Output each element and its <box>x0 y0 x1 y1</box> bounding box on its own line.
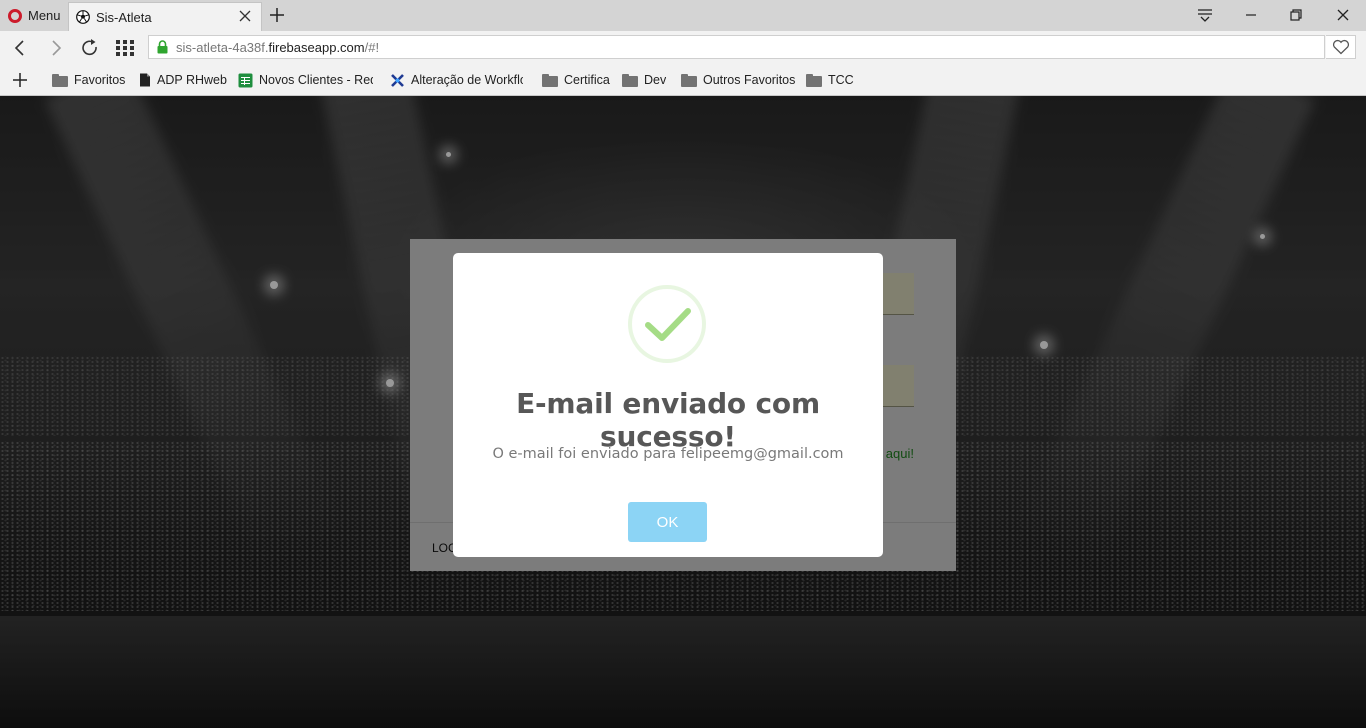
document-icon <box>140 73 150 87</box>
bookmark-tcc[interactable]: TCC <box>806 72 854 88</box>
tab-sis-atleta[interactable]: Sis-Atleta <box>68 2 262 31</box>
folder-icon <box>806 73 822 87</box>
back-icon[interactable] <box>10 38 30 58</box>
folder-icon <box>681 73 697 87</box>
close-tab-icon[interactable] <box>237 8 253 24</box>
url-text: sis-atleta-4a38f.firebaseapp.com/#! <box>176 39 380 55</box>
bookmark-certifica[interactable]: Certifica <box>542 72 610 88</box>
close-window-icon[interactable] <box>1333 5 1353 25</box>
opera-logo-icon <box>8 8 22 23</box>
reload-icon[interactable] <box>80 38 100 58</box>
secure-lock-icon[interactable] <box>157 40 168 54</box>
folder-icon <box>52 73 68 87</box>
bookmark-outros-favoritos[interactable]: Outros Favoritos <box>681 72 795 88</box>
tab-bar: Menu Sis-Atleta <box>0 0 1366 31</box>
spreadsheet-icon <box>238 73 253 87</box>
dialog-message: O e-mail foi enviado para felipeemg@gmai… <box>492 446 844 462</box>
page-viewport: aqui! LOG E-mail enviado com sucesso! O … <box>0 96 1366 728</box>
success-dialog: E-mail enviado com sucesso! O e-mail foi… <box>453 253 883 557</box>
dialog-title: E-mail enviado com sucesso! <box>516 387 820 453</box>
tab-title: Sis-Atleta <box>96 9 152 25</box>
ok-button[interactable]: OK <box>628 502 707 542</box>
heart-icon <box>1332 39 1349 55</box>
restore-icon[interactable] <box>1286 5 1306 25</box>
bookmark-favoritos[interactable]: Favoritos <box>52 72 125 88</box>
bookmarks-bar: Favoritos ADP RHweb Novos Clientes - Red… <box>0 64 1366 96</box>
xml-icon <box>391 73 404 87</box>
folder-icon <box>622 73 638 87</box>
soccer-ball-icon <box>76 10 90 24</box>
opera-menu-button[interactable]: Menu <box>0 0 68 31</box>
folder-icon <box>542 73 558 87</box>
bookmark-adp-rhweb[interactable]: ADP RHweb <box>139 72 227 88</box>
forward-icon[interactable] <box>46 38 66 58</box>
bookmark-novos-clientes[interactable]: Novos Clientes - Rede <box>238 72 373 88</box>
success-check-icon <box>628 285 706 363</box>
add-to-favorites-button[interactable] <box>1326 35 1356 59</box>
minimize-icon[interactable] <box>1241 5 1261 25</box>
bookmark-alteracao-workflow[interactable]: Alteração de Workflow <box>390 72 523 88</box>
tab-menu-icon[interactable] <box>1195 5 1215 25</box>
bookmark-dev[interactable]: Dev <box>622 72 666 88</box>
new-tab-icon[interactable] <box>268 6 286 24</box>
speed-dial-icon[interactable] <box>115 38 135 58</box>
url-input[interactable]: sis-atleta-4a38f.firebaseapp.com/#! <box>148 35 1325 59</box>
menu-label: Menu <box>28 8 61 23</box>
add-bookmark-icon[interactable] <box>12 72 28 88</box>
